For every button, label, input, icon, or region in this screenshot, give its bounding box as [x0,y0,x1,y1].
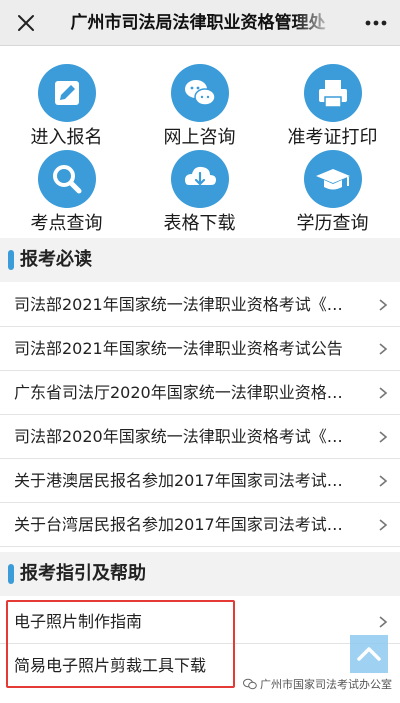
list-item[interactable]: 司法部2021年国家统一法律职业资格考试公告 [0,327,400,371]
menu-item-education-check[interactable]: 学历查询 [266,150,399,236]
chevron-right-icon [379,519,388,531]
menu-item-exam-site[interactable]: 考点查询 [0,150,133,236]
wechat-icon [243,678,257,690]
list-item[interactable]: 关于港澳居民报名参加2017年国家司法考试… [0,459,400,503]
list-item[interactable]: 关于台湾居民报名参加2017年国家司法考试… [0,503,400,547]
chevron-right-icon [379,299,388,311]
section-marker [8,250,14,270]
menu-item-consult[interactable]: 网上咨询 [133,64,266,150]
chevron-up-icon [357,647,381,661]
guide-list: 电子照片制作指南 简易电子照片剪裁工具下载 [0,600,400,688]
menu-item-download-forms[interactable]: 表格下载 [133,150,266,236]
menu-item-print-ticket[interactable]: 准考证打印 [266,64,399,150]
search-icon [37,150,96,208]
list-item-text: 司法部2020年国家统一法律职业资格考试《… [14,427,343,446]
section-marker [8,564,14,584]
section-header-notice: 报考必读 [0,238,400,282]
list-item-text: 关于台湾居民报名参加2017年国家司法考试… [14,515,343,534]
chevron-right-icon [379,343,388,355]
list-item-text: 电子照片制作指南 [14,612,143,631]
close-icon [18,15,34,31]
printer-icon [303,64,362,122]
pencil-icon [37,64,96,122]
menu-label: 学历查询 [296,213,369,234]
menu-label: 准考证打印 [287,127,378,148]
chevron-right-icon [379,616,388,628]
close-button[interactable] [14,11,38,35]
menu-label: 网上咨询 [163,127,236,148]
download-icon [170,150,229,208]
notice-list: 司法部2021年国家统一法律职业资格考试《… 司法部2021年国家统一法律职业资… [0,283,400,547]
section-title: 报考必读 [20,249,92,270]
list-item[interactable]: 司法部2020年国家统一法律职业资格考试《… [0,415,400,459]
chevron-right-icon [379,475,388,487]
list-item[interactable]: 广东省司法厅2020年国家统一法律职业资格… [0,371,400,415]
scroll-to-top-button[interactable] [350,635,388,673]
more-button[interactable] [362,11,390,35]
menu-label: 考点查询 [30,213,103,234]
section-header-guide: 报考指引及帮助 [0,552,400,596]
list-item-text: 关于港澳居民报名参加2017年国家司法考试… [14,471,343,490]
more-icon [365,20,387,26]
chat-icon [170,64,229,122]
graduation-cap-icon [303,150,362,208]
menu-label: 进入报名 [30,127,103,148]
list-item[interactable]: 司法部2021年国家统一法律职业资格考试《… [0,283,400,327]
chevron-right-icon [379,431,388,443]
watermark: 广州市国家司法考试办公室 [243,676,392,692]
chevron-right-icon [379,387,388,399]
menu-label: 表格下载 [163,213,236,234]
list-item-text: 司法部2021年国家统一法律职业资格考试公告 [14,339,343,358]
list-item-text: 司法部2021年国家统一法律职业资格考试《… [14,295,343,314]
list-item[interactable]: 电子照片制作指南 [0,600,400,644]
section-title: 报考指引及帮助 [20,563,146,584]
watermark-text: 广州市国家司法考试办公室 [260,678,392,691]
page-title: 广州市司法局法律职业资格管理处 [70,13,326,33]
menu-item-register[interactable]: 进入报名 [0,64,133,150]
list-item-text: 广东省司法厅2020年国家统一法律职业资格… [14,383,343,402]
top-bar: 广州市司法局法律职业资格管理处 [0,0,400,46]
